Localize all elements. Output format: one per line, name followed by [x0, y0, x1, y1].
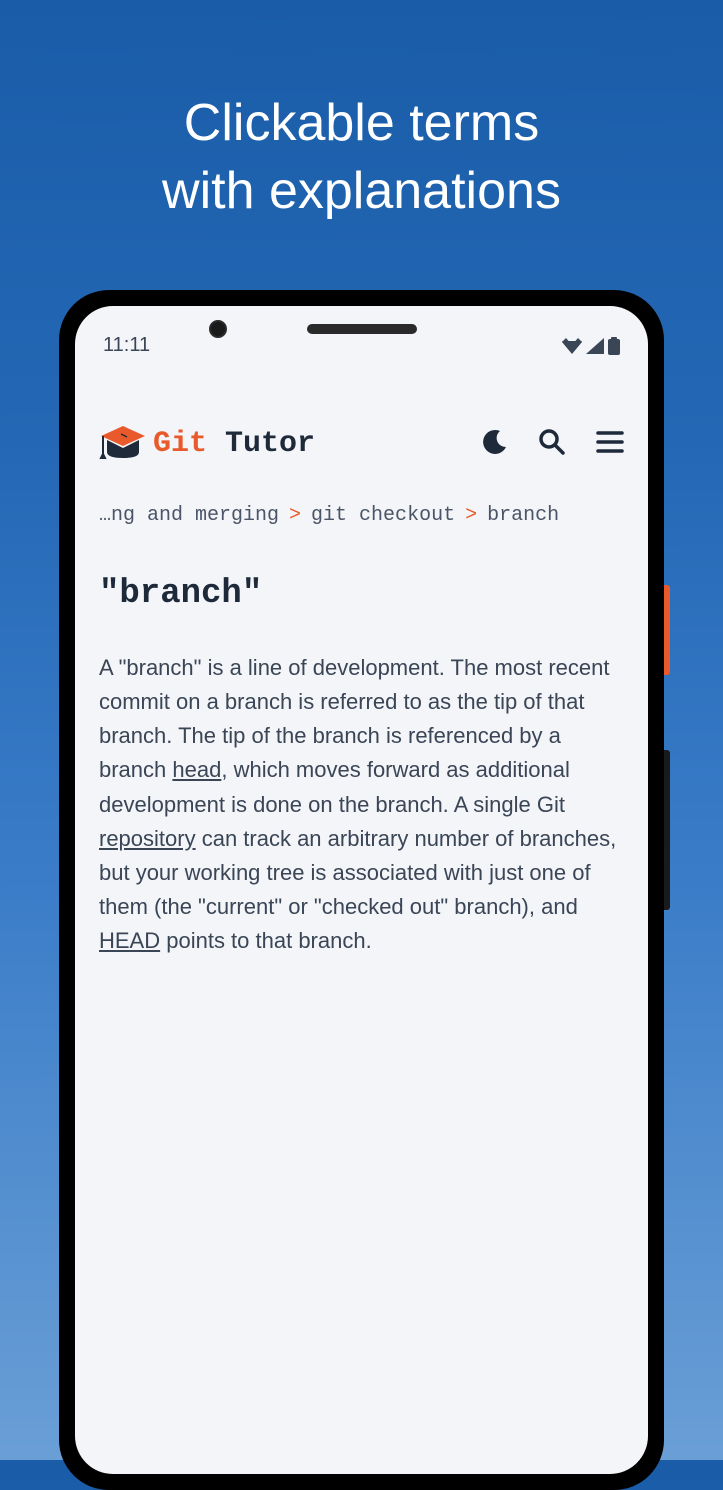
phone-volume-button: [664, 750, 670, 910]
phone-power-button: [664, 585, 670, 675]
logo[interactable]: Git Tutor: [99, 422, 315, 466]
phone-frame: 11:11: [59, 290, 664, 1490]
breadcrumb-separator: >: [465, 504, 477, 527]
logo-tutor: Tutor: [225, 427, 315, 461]
search-button[interactable]: [538, 428, 566, 461]
promo-line2: with explanations: [162, 162, 561, 220]
breadcrumb-item-branching[interactable]: …ng and merging: [99, 504, 279, 527]
phone-screen: 11:11: [75, 306, 648, 1474]
menu-button[interactable]: [596, 430, 624, 459]
logo-git: Git: [153, 427, 207, 461]
status-icons: [562, 337, 620, 355]
promo-line1: Clickable terms: [184, 94, 539, 152]
term-link-head-upper[interactable]: HEAD: [99, 928, 160, 953]
page-title: "branch": [99, 575, 624, 613]
search-icon: [538, 428, 566, 456]
graduation-cap-icon: [99, 422, 143, 466]
breadcrumb-item-checkout[interactable]: git checkout: [311, 504, 455, 527]
term-link-head[interactable]: head: [172, 757, 221, 782]
dark-mode-button[interactable]: [482, 429, 508, 460]
status-time: 11:11: [103, 334, 150, 357]
content-area: "branch" A "branch" is a line of develop…: [75, 545, 648, 988]
body-text-4: points to that branch.: [160, 928, 372, 953]
battery-icon: [608, 337, 620, 355]
signal-icon: [586, 338, 604, 354]
hamburger-icon: [596, 430, 624, 454]
definition-text: A "branch" is a line of development. The…: [99, 651, 624, 958]
moon-icon: [482, 429, 508, 455]
term-link-repository[interactable]: repository: [99, 826, 196, 851]
promo-heading: Clickable terms with explanations: [0, 0, 723, 265]
breadcrumb: …ng and merging > git checkout > branch: [75, 486, 648, 545]
logo-text: Git Tutor: [153, 427, 315, 461]
breadcrumb-separator: >: [289, 504, 301, 527]
header-actions: [482, 428, 624, 461]
app-header: Git Tutor: [75, 377, 648, 486]
breadcrumb-item-branch[interactable]: branch: [487, 504, 559, 527]
wifi-icon: [562, 338, 582, 354]
phone-speaker: [307, 324, 417, 334]
